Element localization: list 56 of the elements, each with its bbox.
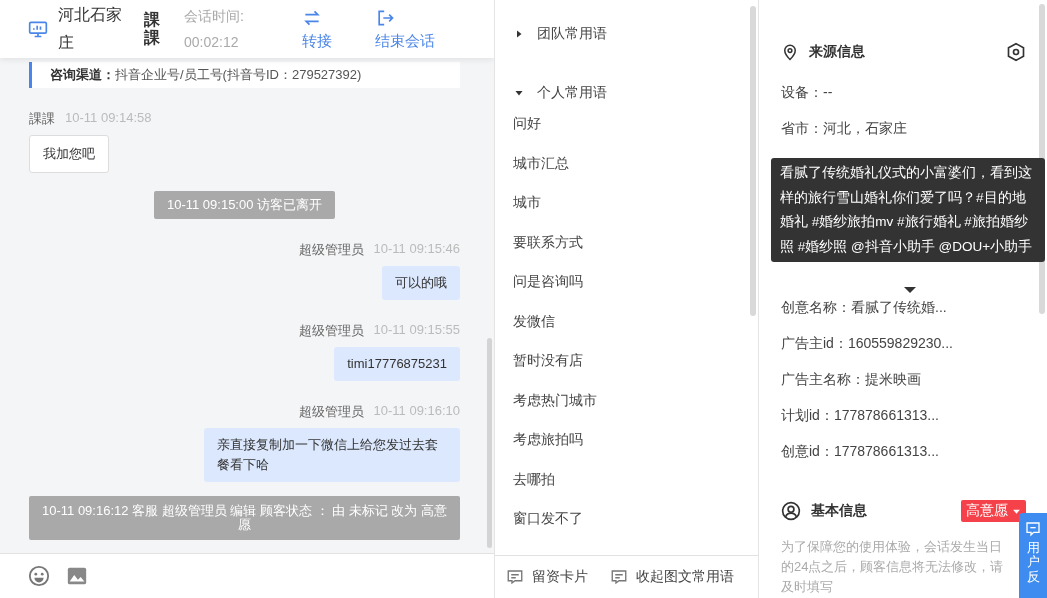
system-notice: 10-11 09:15:00 访客已离开 — [153, 191, 336, 219]
phrase-item[interactable]: 去哪拍 — [513, 470, 555, 491]
footer-button[interactable]: 留资卡片 — [506, 568, 588, 586]
transfer-button[interactable]: 转接 — [302, 7, 332, 51]
settings-icon[interactable] — [1006, 42, 1026, 62]
monitor-icon — [28, 19, 48, 39]
info-row-text: 设备：-- — [781, 84, 834, 102]
image-icon[interactable] — [66, 565, 88, 587]
message-time: 10-11 09:16:10 — [373, 403, 460, 420]
phrase-item[interactable]: 城市汇总 — [513, 154, 569, 175]
info-note: 为了保障您的使用体验，会话发生当日的24点之后，顾客信息将无法修改，请及时填写 — [781, 538, 1005, 596]
message-time: 10-11 09:15:55 — [373, 322, 460, 339]
section-title: 基本信息 — [811, 502, 867, 520]
info-row-text: 广告主名称：提米映画 — [781, 371, 922, 389]
comment-icon — [506, 568, 524, 586]
message-time: 10-11 09:14:58 — [65, 110, 152, 127]
message-bubble: 我加您吧 — [29, 135, 109, 173]
message-time: 10-11 09:15:46 — [373, 241, 460, 258]
message-bubble: 亲直接复制加一下微信上给您发过去套餐看下哈 — [204, 428, 460, 482]
section-title: 来源信息 — [809, 43, 865, 61]
info-row-text: 广告主id：160559829230... — [781, 335, 954, 353]
group-header[interactable]: 个人常用语 — [513, 81, 607, 105]
sender-name: 課課 — [29, 110, 55, 128]
system-notice: 10-11 09:16:12 客服 超级管理员 编辑 顾客状态 ： 由 未标记 改为 高意愿 — [29, 496, 460, 540]
tooltip: 看腻了传统婚礼仪式的小富婆们，看到这样的旅行雪山婚礼你们爱了吗？#目的地婚礼 #婚纱旅拍mv #旅行婚礼 #旅拍婚纱照 #婚纱照 @抖音小助手 @DOU+小助手 — [771, 158, 1045, 262]
sender-name: 超级管理员 — [298, 322, 364, 340]
phrase-item[interactable]: 考虑热门城市 — [513, 391, 597, 412]
phrase-item[interactable]: 发微信 — [513, 312, 555, 333]
message-bubble: timi17776875231 — [334, 347, 460, 381]
info-row-text: 省市：河北，石家庄 — [781, 120, 908, 138]
session-time: 会话时间: 00:02:12 — [184, 7, 245, 52]
info-row-text: 计划id：177878661313... — [781, 407, 940, 425]
group-header[interactable]: 团队常用语 — [513, 22, 607, 46]
comment-icon — [610, 568, 628, 586]
intent-dropdown[interactable]: 高意愿 — [961, 500, 1026, 522]
emoji-icon[interactable] — [28, 565, 50, 587]
phrase-item[interactable]: 问是咨询吗 — [513, 273, 583, 293]
phrase-item[interactable]: 问好 — [513, 115, 541, 135]
footer-button[interactable]: 收起图文常用语 — [610, 568, 734, 586]
user-circle-icon — [781, 501, 801, 521]
phrase-item[interactable]: 城市 — [513, 194, 541, 214]
sender-name: 超级管理员 — [298, 403, 364, 421]
phrase-item[interactable]: 考虑旅拍吗 — [513, 431, 583, 451]
info-row-text: 创意id：177878661313... — [781, 443, 940, 461]
location-label: 河北石家庄 — [58, 5, 122, 53]
message-bubble: 可以的哦 — [382, 266, 460, 300]
phrase-item[interactable]: 窗口发不了 — [513, 510, 583, 530]
phrase-item[interactable]: 要联系方式 — [513, 233, 583, 254]
end-session-button[interactable]: 结束会话 — [375, 7, 435, 51]
phrase-item[interactable]: 暂时没有店 — [513, 352, 583, 372]
feedback-icon — [1025, 521, 1041, 537]
visitor-name: 課課 — [144, 11, 160, 47]
sender-name: 超级管理员 — [298, 241, 364, 259]
location-pin-icon — [781, 43, 799, 61]
info-row-text: 创意名称：看腻了传统婚... — [781, 299, 948, 317]
channel-info: 咨询渠道：抖音企业号/员工号(抖音号ID：279527392) — [29, 62, 460, 88]
